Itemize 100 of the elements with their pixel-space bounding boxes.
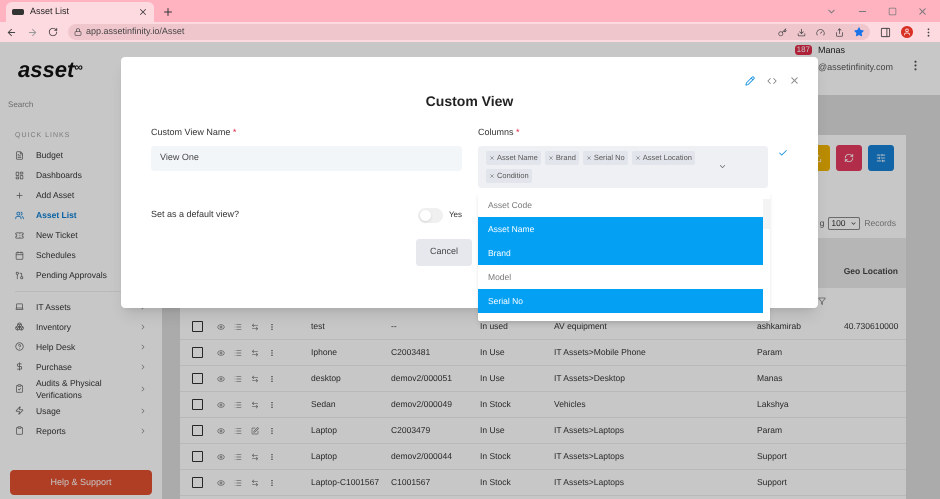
sidebar-item[interactable]: Help Desk xyxy=(0,336,162,356)
table-cell-text: test xyxy=(310,320,326,333)
dropdown-option[interactable]: Asset Code xyxy=(478,193,763,217)
row-checkbox[interactable] xyxy=(192,399,203,410)
table-cell-text: IT Assets>Laptops xyxy=(554,424,626,437)
forward-icon[interactable] xyxy=(27,26,38,38)
view-icon[interactable] xyxy=(217,374,225,382)
close-icon[interactable] xyxy=(138,7,148,17)
toggle-knob xyxy=(420,210,431,220)
list-icon[interactable] xyxy=(234,322,242,330)
transfer-icon[interactable] xyxy=(251,452,259,460)
refresh-button[interactable] xyxy=(836,145,862,171)
sidebar-item[interactable]: Audits & Physical Verifications xyxy=(0,376,162,400)
default-view-toggle[interactable] xyxy=(418,208,443,222)
sidebar-item[interactable]: Usage xyxy=(0,400,162,420)
sliders-icon xyxy=(876,153,886,163)
star-icon[interactable] xyxy=(854,27,864,37)
browser-tab[interactable]: Asset List xyxy=(6,2,154,22)
sidebar-item[interactable]: Inventory xyxy=(0,316,162,336)
gauge-icon[interactable] xyxy=(816,28,825,36)
filter-icon[interactable] xyxy=(818,297,826,305)
dropdown-option[interactable]: Model xyxy=(478,265,763,289)
table-cell-text: In Stock xyxy=(480,398,512,411)
favicon-icon xyxy=(12,9,24,15)
sidebar-item[interactable]: New Ticket xyxy=(0,226,162,246)
view-icon[interactable] xyxy=(217,400,225,408)
transfer-icon[interactable] xyxy=(251,478,259,486)
showing-label: g xyxy=(820,217,824,230)
link-icon xyxy=(15,171,24,180)
remove-icon[interactable] xyxy=(489,154,495,160)
row-checkbox[interactable] xyxy=(192,347,203,358)
close-window-icon[interactable] xyxy=(917,6,928,17)
table-cell-text: IT Assets>Desktop xyxy=(554,372,626,385)
view-icon[interactable] xyxy=(217,348,225,356)
remove-icon[interactable] xyxy=(634,154,641,160)
table-cell-text: demov2/000049 xyxy=(391,398,453,411)
reload-icon[interactable] xyxy=(48,27,58,37)
profile-avatar[interactable] xyxy=(901,26,913,38)
edit-icon[interactable] xyxy=(745,76,755,86)
sidebar-item[interactable]: IT Assets xyxy=(0,296,162,316)
row-checkbox[interactable] xyxy=(192,373,203,384)
share-icon[interactable] xyxy=(835,28,844,36)
user-email: @assetinfinity.com xyxy=(818,62,893,73)
module-icon xyxy=(15,322,24,331)
table-cell-text: -- xyxy=(391,320,398,333)
list-icon[interactable] xyxy=(234,348,242,356)
page-size-select[interactable]: 100 xyxy=(828,217,860,230)
table-cell-text: Param xyxy=(757,346,784,359)
field-label: Custom View Name * xyxy=(151,126,238,139)
transfer-icon[interactable] xyxy=(251,348,259,356)
settings-button[interactable] xyxy=(868,145,894,171)
dropdown-caret-icon[interactable] xyxy=(718,162,727,171)
remove-icon[interactable] xyxy=(586,154,592,160)
edit-icon[interactable] xyxy=(251,426,259,434)
view-name-field[interactable]: View One xyxy=(151,146,462,170)
row-checkbox[interactable] xyxy=(192,477,203,488)
list-icon[interactable] xyxy=(234,426,242,434)
transfer-icon[interactable] xyxy=(251,374,259,382)
view-icon[interactable] xyxy=(217,322,225,330)
table-cell-text: demov2/000044 xyxy=(391,450,453,463)
confirm-check-icon[interactable] xyxy=(778,148,788,158)
back-icon[interactable] xyxy=(6,26,17,38)
key-icon[interactable] xyxy=(778,28,787,36)
sidebar-item[interactable]: Add Asset xyxy=(0,186,162,206)
restore-icon[interactable] xyxy=(888,7,897,16)
view-icon[interactable] xyxy=(217,452,225,460)
url-text: app.assetinfinity.io/Asset xyxy=(86,25,186,38)
transfer-icon[interactable] xyxy=(251,322,259,330)
view-icon[interactable] xyxy=(217,426,225,434)
sidebar-item[interactable]: Pending Approvals xyxy=(0,266,162,286)
sidebar-item[interactable]: Purchase xyxy=(0,356,162,376)
view-icon[interactable] xyxy=(217,478,225,486)
row-checkbox[interactable] xyxy=(192,451,203,462)
scrollbar[interactable] xyxy=(763,199,770,229)
list-icon[interactable] xyxy=(234,478,242,486)
chevron-right-icon xyxy=(139,362,147,370)
table-cell-text: Laptop-C1001567 xyxy=(310,476,380,489)
side-panel-icon[interactable] xyxy=(880,26,891,38)
help-support-button[interactable]: Help & Support xyxy=(10,470,152,495)
address-bar[interactable]: app.assetinfinity.io/Asset xyxy=(68,24,870,40)
row-checkbox[interactable] xyxy=(192,321,203,332)
module-icon xyxy=(15,384,24,393)
row-checkbox[interactable] xyxy=(192,425,203,436)
table-cell-text: Support xyxy=(757,450,788,463)
column-header: Geo Location xyxy=(844,265,898,278)
table-cell-text: C2003481 xyxy=(391,346,432,359)
list-icon[interactable] xyxy=(234,452,242,460)
download-icon[interactable] xyxy=(797,28,806,36)
remove-icon[interactable] xyxy=(489,172,495,178)
sidebar-item[interactable]: Reports xyxy=(0,420,162,440)
sidebar-item[interactable]: Schedules xyxy=(0,246,162,266)
new-tab-icon[interactable] xyxy=(162,6,174,18)
transfer-icon[interactable] xyxy=(251,400,259,408)
code-icon[interactable] xyxy=(767,76,777,86)
list-icon[interactable] xyxy=(234,374,242,382)
remove-icon[interactable] xyxy=(548,154,554,160)
caret-icon xyxy=(850,220,858,227)
list-icon[interactable] xyxy=(234,400,242,408)
cancel-button[interactable]: Cancel xyxy=(416,238,472,266)
table-cell-text: In used xyxy=(480,320,509,333)
